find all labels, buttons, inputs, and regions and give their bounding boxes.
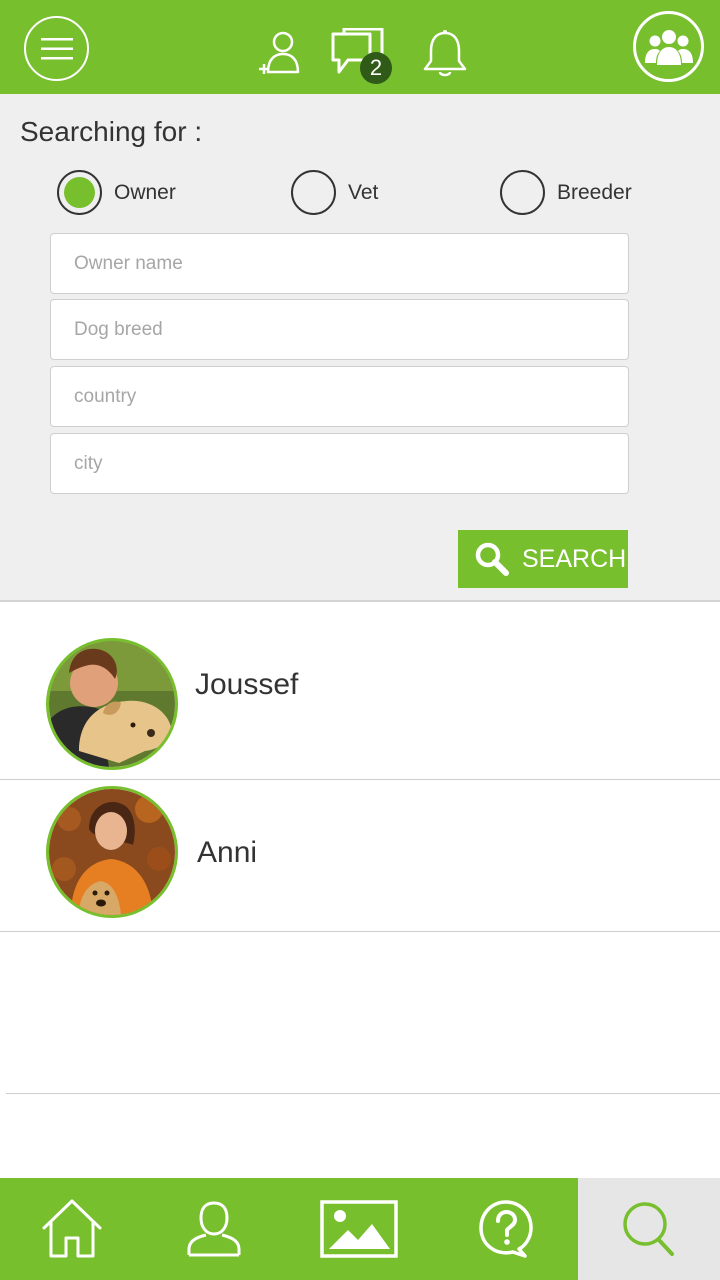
radio-breeder[interactable]: Breeder <box>500 170 632 215</box>
profile-icon <box>187 1201 241 1257</box>
radio-circle[interactable] <box>291 170 336 215</box>
notifications-button[interactable] <box>420 28 470 80</box>
messages-badge: 2 <box>360 52 392 84</box>
add-friend-button[interactable] <box>256 28 306 78</box>
result-name: Joussef <box>195 668 299 701</box>
radio-vet[interactable]: Vet <box>291 170 378 215</box>
country-input[interactable] <box>50 366 629 427</box>
avatar <box>46 786 178 918</box>
home-icon <box>42 1199 102 1258</box>
search-icon <box>475 542 509 576</box>
search-title: Searching for : <box>20 116 203 147</box>
search-button[interactable]: SEARCH <box>458 530 628 588</box>
search-icon <box>623 1202 674 1256</box>
help-icon <box>479 1200 533 1258</box>
groups-button[interactable] <box>633 11 704 82</box>
top-bar: 2 <box>0 0 720 94</box>
avatar-photo-boy-with-dog <box>49 641 175 767</box>
nav-gallery[interactable] <box>284 1178 434 1280</box>
dog-breed-input[interactable] <box>50 299 629 360</box>
avatar-photo-woman-with-dog <box>49 789 175 915</box>
nav-profile[interactable] <box>144 1178 284 1280</box>
radio-selected-dot <box>64 177 95 208</box>
radio-circle[interactable] <box>500 170 545 215</box>
nav-home[interactable] <box>0 1178 144 1280</box>
radio-vet-label: Vet <box>348 180 379 204</box>
avatar <box>46 638 178 770</box>
nav-search[interactable] <box>578 1178 720 1280</box>
bell-icon <box>423 30 467 77</box>
messages-button[interactable]: 2 <box>330 28 394 86</box>
add-friend-icon <box>259 31 300 74</box>
menu-icon <box>40 37 73 59</box>
radio-owner[interactable]: Owner <box>57 170 176 215</box>
search-panel: Searching for : Owner Vet Breeder SEARCH <box>0 94 720 602</box>
city-input[interactable] <box>50 433 629 494</box>
result-item[interactable]: Anni <box>0 780 720 932</box>
radio-breeder-label: Breeder <box>557 180 632 204</box>
empty-list-row <box>6 932 720 1094</box>
group-icon <box>644 29 693 65</box>
bottom-nav <box>0 1178 720 1280</box>
result-name: Anni <box>197 836 258 869</box>
nav-help[interactable] <box>434 1178 578 1280</box>
gallery-icon <box>320 1200 398 1258</box>
radio-circle[interactable] <box>57 170 102 215</box>
search-button-label: SEARCH <box>522 544 627 573</box>
menu-button[interactable] <box>24 16 89 81</box>
owner-name-input[interactable] <box>50 233 629 294</box>
result-item[interactable]: Joussef <box>0 620 720 780</box>
radio-owner-label: Owner <box>114 180 176 204</box>
